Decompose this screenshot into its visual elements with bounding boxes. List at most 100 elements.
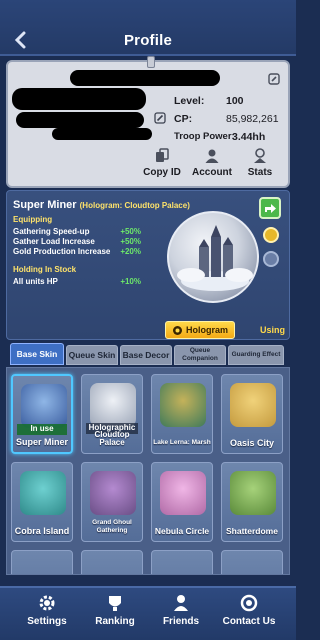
nav-contact-us-label: Contact Us [222,616,276,627]
equipping-title: Equipping [13,215,53,224]
account-icon [205,149,219,163]
buff-label: Gather Load Increase [13,237,95,246]
skin-detail-panel: Super Miner (Hologram: Cloudtop Palace) … [6,190,290,340]
skin-tile-label: Super Miner [15,437,68,447]
skin-thumbnail [90,471,136,515]
buff-value: +50% [120,237,141,246]
skin-thumbnail [20,471,66,515]
skin-tile-label: Shatterdome [226,526,278,536]
buff-value: +50% [120,227,141,236]
buff-label: Gathering Speed-up [13,227,90,236]
stats-icon [254,148,266,163]
skin-tile-partial[interactable] [11,550,73,574]
hologram-icon [172,325,182,335]
skin-tile-label: Nebula Circle [154,526,210,536]
stats-label: Stats [247,167,273,178]
in-use-tag: In use [17,424,67,435]
redacted-info [16,112,144,128]
tab-queue-skin[interactable]: Queue Skin [66,345,118,365]
stats-button[interactable]: Stats [234,148,286,178]
skin-tile-nebula-circle[interactable]: Nebula Circle [151,462,213,542]
skin-tile-partial[interactable] [221,550,283,574]
skin-tile-label: Lake Lerna: Marsh [153,439,211,446]
buff-label: All units HP [13,277,58,286]
buff-value: +10% [120,277,141,286]
copy-id-button[interactable]: Copy ID [136,148,188,178]
cp-value: 85,982,261 [226,113,279,125]
skin-tile-label: Grand Ghoul Gathering [92,519,132,534]
skin-tile-label: Oasis City [229,438,275,448]
buff-row: Gold Production Increase +20% [13,247,141,256]
buff-value: +20% [120,247,141,256]
hologram-skin-preview [167,211,259,303]
account-label: Account [192,167,232,178]
skin-tile-oasis-city[interactable]: Oasis City [221,374,283,454]
tab-base-skin[interactable]: Base Skin [10,343,64,365]
pin-decoration [147,56,155,68]
copy-icon [156,148,169,162]
headset-icon [240,594,258,612]
skin-hologram-subtitle: (Hologram: Cloudtop Palace) [79,201,190,210]
redacted-info [52,128,152,140]
skin-name: Super Miner (Hologram: Cloudtop Palace) [13,199,190,211]
skin-tile-lake-lerna-marsh[interactable]: Lake Lerna: Marsh [151,374,213,454]
skin-thumbnail [230,471,276,515]
redacted-info [12,88,146,110]
skin-tile-cobra-island[interactable]: Cobra Island [11,462,73,542]
nav-settings[interactable]: Settings [10,594,84,627]
share-button[interactable] [259,197,281,219]
skin-tile-label: Cloudtop Palace [94,430,130,447]
skin-tile-super-miner[interactable]: In use Super Miner [11,374,73,454]
skin-thumbnail [160,471,206,515]
skin-name-text: Super Miner [13,199,77,211]
tab-queue-companion[interactable]: Queue Companion [174,345,226,365]
nav-friends-label: Friends [162,616,200,627]
palace-art [177,225,253,291]
buff-row: Gather Load Increase +50% [13,237,141,246]
level-value: 100 [226,95,244,107]
redacted-avatar-name [70,70,220,86]
share-icon [265,204,276,213]
skin-tile-cloudtop-palace[interactable]: Holographic Cloudtop Palace [81,374,143,454]
page-title: Profile [123,32,173,49]
skin-tile-grand-ghoul-gathering[interactable]: Grand Ghoul Gathering [81,462,143,542]
edit-name-icon[interactable] [154,111,166,129]
nav-settings-label: Settings [27,616,67,627]
star-badge-icon[interactable] [263,227,279,243]
friends-icon [174,595,188,611]
nav-ranking-label: Ranking [95,616,135,627]
level-label: Level: [174,95,205,107]
gear-icon [39,595,55,611]
skin-grid: In use Super Miner Holographic Cloudtop … [6,367,290,575]
holding-in-stock-title: Holding In Stock [13,265,77,274]
hologram-button-label: Hologram [185,325,228,335]
skin-thumbnail [160,383,206,427]
skin-category-tabs: Base Skin Queue Skin Base Decor Queue Co… [6,343,290,367]
nav-friends[interactable]: Friends [144,594,218,627]
tab-base-decor[interactable]: Base Decor [120,345,172,365]
skin-tile-shatterdome[interactable]: Shatterdome [221,462,283,542]
edit-icon[interactable] [268,72,280,90]
bottom-navigation: Settings Ranking Friends Contact Us [0,586,296,640]
skin-thumbnail [230,383,276,427]
cp-label: CP: [174,113,193,125]
nav-ranking[interactable]: Ranking [78,594,152,627]
tab-guarding-effect[interactable]: Guarding Effect [228,345,284,365]
troop-power-label: Troop Power: [174,131,235,142]
skin-tile-label: Cobra Island [14,526,70,536]
troop-power-value: 3.44hh [232,131,266,143]
account-button[interactable]: Account [186,148,238,178]
skin-tile-partial[interactable] [151,550,213,574]
ranking-icon [109,596,121,611]
skin-thumbnail [90,383,136,427]
profile-card: Level: 100 CP: 85,982,261 Troop Power: 3… [6,56,290,188]
buff-label: Gold Production Increase [13,247,111,256]
stock-buff-row: All units HP +10% [13,277,141,286]
using-status: Using [259,325,285,335]
switch-icon[interactable] [263,251,279,267]
copy-id-label: Copy ID [143,167,181,178]
hologram-button[interactable]: Hologram [165,321,235,339]
skin-tile-partial[interactable] [81,550,143,574]
nav-contact-us[interactable]: Contact Us [212,594,286,627]
buff-row: Gathering Speed-up +50% [13,227,141,236]
